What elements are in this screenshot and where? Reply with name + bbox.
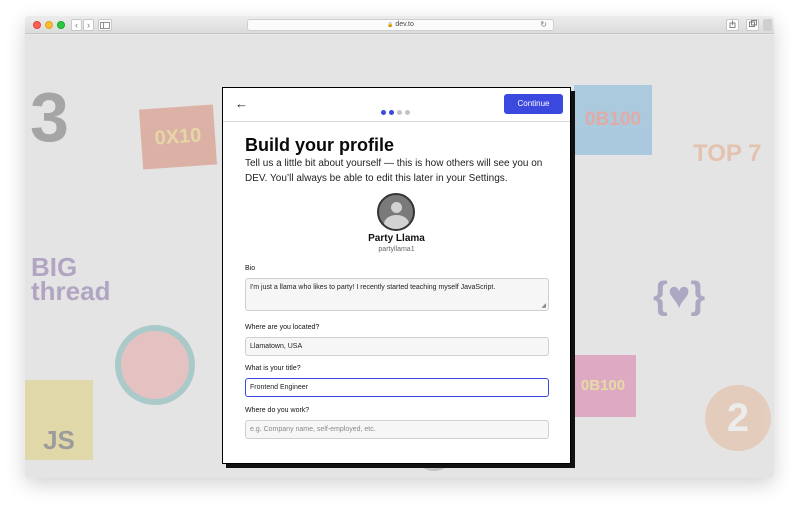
modal-header: ← Continue	[223, 88, 570, 122]
work-input[interactable]: e.g. Company name, self-employed, etc.	[245, 420, 549, 439]
user-display-name: Party Llama	[368, 233, 425, 244]
work-placeholder: e.g. Company name, self-employed, etc.	[250, 426, 376, 433]
tabs-overview-button[interactable]	[746, 19, 759, 31]
location-label: Where are you located?	[245, 324, 320, 331]
job-title-label: What is your title?	[245, 365, 301, 372]
avatar[interactable]	[377, 193, 415, 231]
lock-icon: 🔒	[387, 22, 394, 28]
page-subtitle: Tell us a little bit about yourself — th…	[245, 158, 543, 184]
bio-value: I'm just a llama who likes to party! I r…	[250, 284, 496, 291]
resize-grip-icon[interactable]: ◢	[541, 302, 546, 309]
zoom-window-button[interactable]	[57, 21, 65, 29]
location-input[interactable]: Llamatown, USA	[245, 337, 549, 356]
address-bar[interactable]: 🔒 dev.to ↻	[247, 19, 554, 31]
sidebar-toggle-button[interactable]	[98, 19, 112, 31]
sidebar-icon	[100, 22, 110, 29]
share-icon	[729, 20, 736, 28]
job-title-input[interactable]: Frontend Engineer	[245, 378, 549, 397]
user-handle: partyllama1	[378, 246, 415, 253]
page-title: Build your profile	[245, 135, 395, 155]
work-label: Where do you work?	[245, 407, 310, 414]
new-tab-button[interactable]	[763, 19, 772, 31]
progress-dot	[405, 110, 410, 115]
share-button[interactable]	[726, 19, 739, 31]
continue-button[interactable]: Continue	[504, 94, 563, 114]
bio-label: Bio	[245, 265, 256, 272]
browser-window: ‹ › 🔒 dev.to ↻ 3 0X10 BIG thread JS 0B10…	[25, 16, 774, 478]
browser-titlebar: ‹ › 🔒 dev.to ↻	[25, 16, 774, 34]
job-title-value: Frontend Engineer	[250, 384, 308, 391]
reload-icon[interactable]: ↻	[540, 20, 547, 30]
close-window-button[interactable]	[33, 21, 41, 29]
location-value: Llamatown, USA	[250, 343, 303, 350]
address-text: dev.to	[395, 21, 414, 28]
progress-dot	[397, 110, 402, 115]
tabs-icon	[748, 20, 757, 27]
page-viewport: 3 0X10 BIG thread JS 0B100 TOP 7 {♥} 0B1…	[25, 35, 774, 478]
browser-back-button[interactable]: ‹	[71, 19, 82, 31]
minimize-window-button[interactable]	[45, 21, 53, 29]
progress-dot	[381, 110, 386, 115]
back-arrow-icon[interactable]: ←	[235, 96, 248, 111]
progress-dots	[381, 102, 413, 120]
browser-forward-button[interactable]: ›	[83, 19, 94, 31]
onboarding-modal: ← Continue Build your profile Tell us a …	[222, 87, 571, 464]
avatar-body-shape	[384, 215, 409, 229]
avatar-head-shape	[391, 202, 402, 213]
bio-textarea[interactable]: I'm just a llama who likes to party! I r…	[245, 278, 549, 311]
progress-dot	[389, 110, 394, 115]
